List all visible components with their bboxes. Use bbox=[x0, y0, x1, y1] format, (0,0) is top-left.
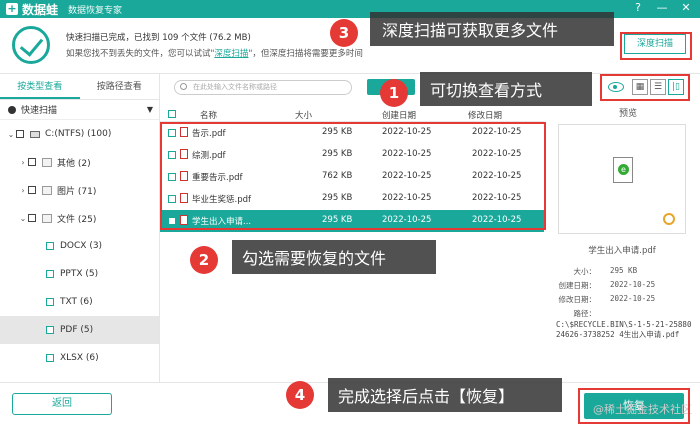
check-circle-icon bbox=[12, 26, 50, 64]
callout-deep-scan: 深度扫描可获取更多文件 bbox=[370, 12, 614, 46]
callout-select-files: 勾选需要恢复的文件 bbox=[232, 240, 436, 274]
image-icon bbox=[42, 185, 52, 195]
size-label: 大小： bbox=[573, 267, 597, 276]
size-value: 295 KB bbox=[610, 266, 638, 275]
tree-item-docx[interactable]: DOCX (3) bbox=[0, 232, 159, 260]
zoom-icon[interactable] bbox=[663, 213, 675, 225]
folder-icon bbox=[42, 157, 52, 167]
tree-item-xlsx[interactable]: XLSX (6) bbox=[0, 344, 159, 372]
tree-item-pptx[interactable]: PPTX (5) bbox=[0, 260, 159, 288]
scan-hint-text: 如果您找不到丢失的文件，您可以试试"深度扫描"，但深度扫描将需要更多时间 bbox=[66, 49, 363, 59]
tree-checkbox[interactable] bbox=[46, 326, 54, 334]
tree-item-drive-c[interactable]: ⌄ C:(NTFS) (100) bbox=[0, 120, 159, 148]
step-badge-3: 3 bbox=[330, 19, 358, 47]
radio-dot-icon bbox=[8, 105, 16, 114]
view-mode-highlight bbox=[600, 74, 690, 101]
chevron-down-icon: ⌄ bbox=[7, 129, 15, 139]
document-icon bbox=[42, 213, 52, 223]
col-name[interactable]: 名称 bbox=[200, 109, 217, 121]
tree-checkbox[interactable] bbox=[16, 130, 24, 138]
sidebar: 按类型查看 按路径查看 快速扫描 ▼ ⌄ C:(NTFS) (100) › 其他… bbox=[0, 74, 160, 382]
drive-icon bbox=[30, 130, 40, 138]
preview-file-name: 学生出入申请.pdf bbox=[588, 246, 656, 256]
tree-checkbox[interactable] bbox=[46, 270, 54, 278]
step-badge-1: 1 bbox=[380, 79, 408, 107]
recover-highlight bbox=[578, 388, 690, 424]
chevron-down-icon: ▼ bbox=[146, 105, 153, 114]
select-all-checkbox[interactable] bbox=[168, 110, 176, 118]
tree-item-other[interactable]: › 其他 (2) bbox=[0, 148, 159, 176]
preview-box bbox=[558, 124, 686, 234]
preview-label: 预览 bbox=[618, 109, 637, 119]
app-subtitle: 数据恢复专家 bbox=[68, 5, 123, 16]
modified-value: 2022-10-25 bbox=[610, 294, 656, 303]
modified-label: 修改日期： bbox=[558, 295, 597, 304]
plus-logo-icon: + bbox=[6, 2, 18, 15]
path-value: C:\$RECYCLE.BIN\S-1-5-21-2588024626-3738… bbox=[556, 320, 692, 339]
back-button[interactable]: 返回 bbox=[12, 393, 112, 415]
help-icon[interactable]: ? bbox=[630, 1, 646, 14]
tree-item-txt[interactable]: TXT (6) bbox=[0, 288, 159, 316]
search-input[interactable]: 在此处输入文件名称或路径 bbox=[174, 80, 352, 95]
deep-scan-link[interactable]: 深度扫描 bbox=[214, 49, 248, 59]
chevron-down-icon: ⌄ bbox=[19, 213, 27, 223]
tree-item-documents[interactable]: ⌄ 文件 (25) bbox=[0, 204, 159, 232]
tree-item-pdf[interactable]: PDF (5) bbox=[0, 316, 159, 344]
path-label: 路径： bbox=[573, 309, 597, 318]
scan-result-text: 快速扫描已完成，已找到 109 个文件 (76.2 MB) bbox=[66, 33, 251, 43]
search-icon bbox=[180, 83, 187, 90]
callout-recover: 完成选择后点击【恢复】 bbox=[328, 378, 562, 412]
app-logo: + 数据蛙 bbox=[6, 1, 58, 18]
tree-checkbox[interactable] bbox=[46, 354, 54, 362]
created-label: 创建日期： bbox=[558, 281, 597, 290]
tree-checkbox[interactable] bbox=[28, 214, 36, 222]
tree-checkbox[interactable] bbox=[46, 242, 54, 250]
file-table-header: 名称 大小 创建日期 修改日期 bbox=[160, 106, 544, 122]
tab-by-path[interactable]: 按路径查看 bbox=[80, 74, 160, 99]
close-icon[interactable]: ✕ bbox=[678, 1, 694, 14]
callout-view-mode: 可切换查看方式 bbox=[420, 72, 592, 106]
app-name: 数据蛙 bbox=[22, 2, 59, 17]
file-selection-highlight bbox=[160, 122, 546, 230]
tab-by-type[interactable]: 按类型查看 bbox=[0, 74, 80, 99]
chevron-right-icon: › bbox=[21, 157, 25, 167]
quick-scan-header[interactable]: 快速扫描 ▼ bbox=[0, 100, 159, 120]
step-badge-2: 2 bbox=[190, 246, 218, 274]
deep-scan-highlight bbox=[620, 32, 692, 60]
tree-checkbox[interactable] bbox=[28, 158, 36, 166]
col-created[interactable]: 创建日期 bbox=[382, 109, 416, 121]
created-value: 2022-10-25 bbox=[610, 280, 656, 289]
step-badge-4: 4 bbox=[286, 381, 314, 409]
pdf-file-icon bbox=[613, 157, 633, 183]
tree-item-images[interactable]: › 图片 (71) bbox=[0, 176, 159, 204]
col-modified[interactable]: 修改日期 bbox=[468, 109, 502, 121]
minimize-icon[interactable]: — bbox=[654, 1, 670, 14]
tree-checkbox[interactable] bbox=[46, 298, 54, 306]
chevron-right-icon: › bbox=[21, 185, 25, 195]
tree-checkbox[interactable] bbox=[28, 186, 36, 194]
col-size[interactable]: 大小 bbox=[295, 109, 312, 121]
